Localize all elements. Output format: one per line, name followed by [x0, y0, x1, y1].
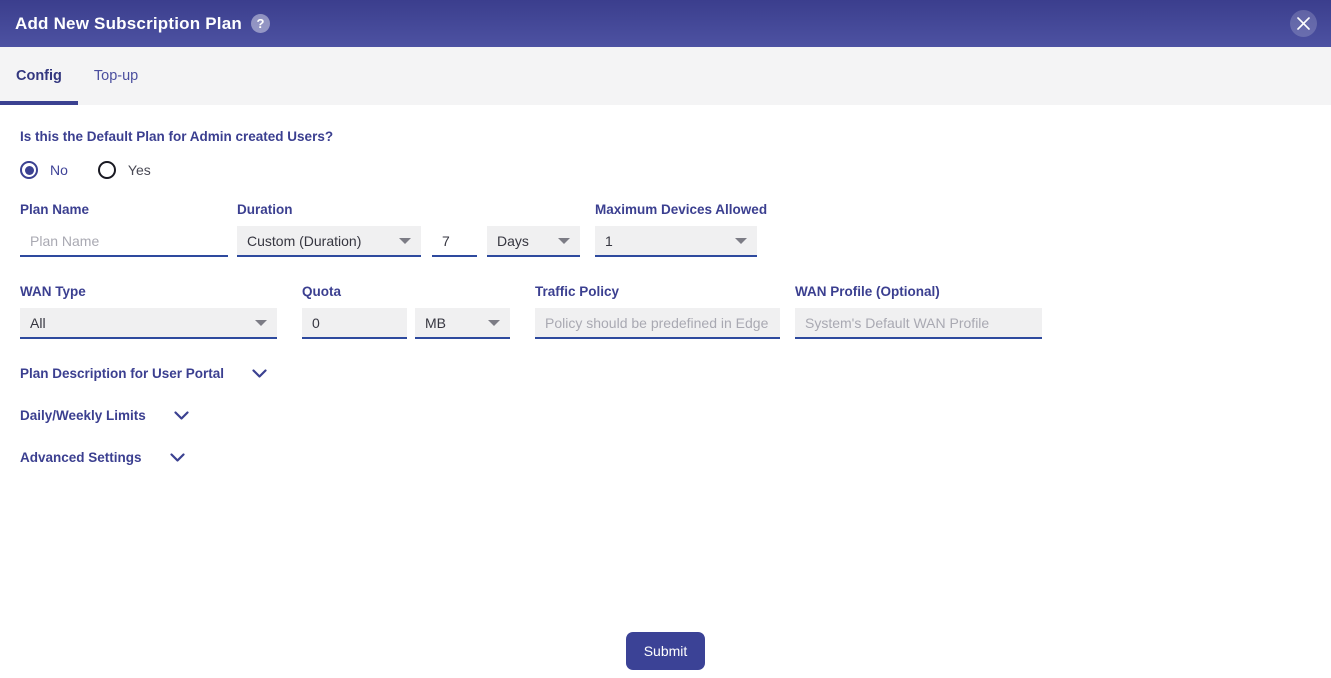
tab-config[interactable]: Config	[0, 47, 78, 105]
duration-group: Duration Custom (Duration) Days	[237, 202, 580, 257]
tab-top-up[interactable]: Top-up	[78, 47, 154, 105]
section-daily-weekly-limits[interactable]: Daily/Weekly Limits	[20, 408, 1311, 423]
modal-header: Add New Subscription Plan ?	[0, 0, 1331, 47]
duration-value-input[interactable]	[432, 226, 477, 257]
caret-down-icon	[488, 320, 500, 326]
default-plan-radio-group: No Yes	[20, 161, 1311, 179]
help-icon[interactable]: ?	[251, 14, 270, 33]
radio-no-icon	[20, 161, 38, 179]
modal-content: Is this the Default Plan for Admin creat…	[0, 105, 1331, 465]
quota-group: Quota MB	[302, 284, 510, 339]
max-devices-label: Maximum Devices Allowed	[595, 202, 767, 217]
max-devices-value: 1	[605, 233, 613, 249]
duration-select[interactable]: Custom (Duration)	[237, 226, 421, 257]
duration-select-value: Custom (Duration)	[247, 233, 361, 249]
section-advanced-settings-label: Advanced Settings	[20, 450, 142, 465]
submit-button[interactable]: Submit	[626, 632, 705, 670]
tab-bar: Config Top-up	[0, 47, 1331, 105]
radio-no-label: No	[50, 162, 68, 178]
close-button[interactable]	[1290, 10, 1317, 37]
duration-label: Duration	[237, 202, 580, 217]
modal-footer: Submit	[0, 632, 1331, 670]
tab-config-label: Config	[16, 68, 62, 84]
tab-top-up-label: Top-up	[94, 68, 138, 84]
radio-option-yes[interactable]: Yes	[98, 161, 151, 179]
wan-profile-label: WAN Profile (Optional)	[795, 284, 1042, 299]
chevron-down-icon	[252, 369, 267, 379]
section-plan-description[interactable]: Plan Description for User Portal	[20, 366, 1311, 381]
chevron-down-icon	[174, 411, 189, 421]
wan-type-value: All	[30, 315, 46, 331]
wan-profile-input[interactable]	[795, 308, 1042, 339]
quota-input[interactable]	[302, 308, 407, 339]
caret-down-icon	[735, 238, 747, 244]
traffic-policy-input[interactable]	[535, 308, 780, 339]
caret-down-icon	[255, 320, 267, 326]
plan-name-input[interactable]	[20, 226, 228, 257]
section-advanced-settings[interactable]: Advanced Settings	[20, 450, 1311, 465]
plan-name-group: Plan Name	[20, 202, 228, 257]
quota-unit-select[interactable]: MB	[415, 308, 510, 339]
wan-type-label: WAN Type	[20, 284, 277, 299]
wan-type-group: WAN Type All	[20, 284, 277, 339]
traffic-policy-label: Traffic Policy	[535, 284, 780, 299]
form-row-1: Plan Name Duration Custom (Duration) Day…	[20, 202, 1311, 257]
wan-type-select[interactable]: All	[20, 308, 277, 339]
quota-unit-value: MB	[425, 315, 446, 331]
quota-label: Quota	[302, 284, 510, 299]
max-devices-select[interactable]: 1	[595, 226, 757, 257]
add-subscription-plan-modal: Add New Subscription Plan ? Config Top-u…	[0, 0, 1331, 678]
duration-unit-value: Days	[497, 233, 529, 249]
radio-yes-icon	[98, 161, 116, 179]
section-daily-weekly-limits-label: Daily/Weekly Limits	[20, 408, 146, 423]
section-plan-description-label: Plan Description for User Portal	[20, 366, 224, 381]
radio-option-no[interactable]: No	[20, 161, 68, 179]
wan-profile-group: WAN Profile (Optional)	[795, 284, 1042, 339]
traffic-policy-group: Traffic Policy	[535, 284, 780, 339]
chevron-down-icon	[170, 453, 185, 463]
default-plan-question: Is this the Default Plan for Admin creat…	[20, 129, 1311, 144]
form-row-2: WAN Type All Quota MB Traffic Policy	[20, 284, 1311, 339]
close-icon	[1297, 17, 1310, 30]
max-devices-group: Maximum Devices Allowed 1	[595, 202, 767, 257]
duration-unit-select[interactable]: Days	[487, 226, 580, 257]
radio-yes-label: Yes	[128, 162, 151, 178]
caret-down-icon	[558, 238, 570, 244]
modal-title: Add New Subscription Plan	[15, 14, 242, 34]
caret-down-icon	[399, 238, 411, 244]
plan-name-label: Plan Name	[20, 202, 228, 217]
